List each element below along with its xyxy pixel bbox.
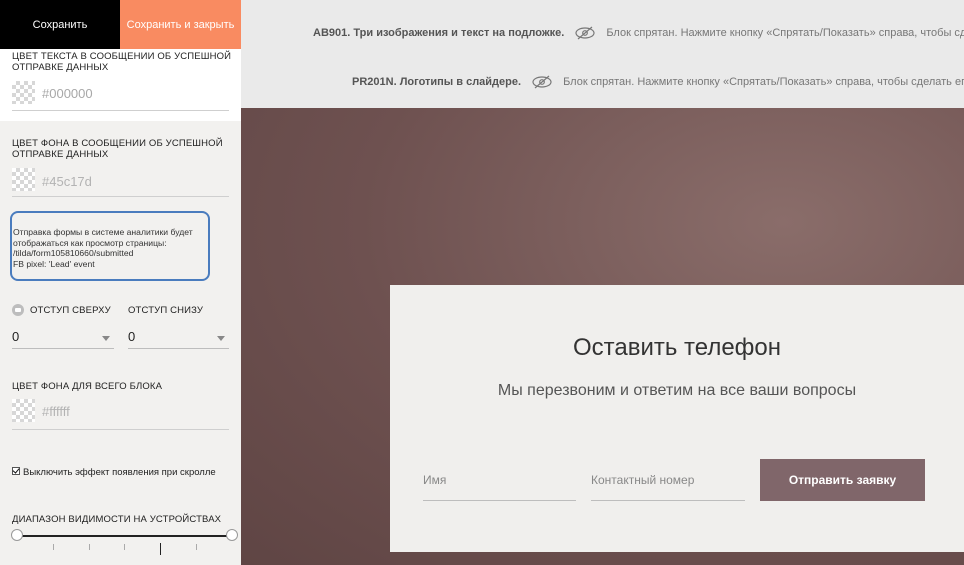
padding-bottom-label: ОТСТУП СНИЗУ bbox=[128, 305, 204, 316]
save-and-close-button[interactable]: Сохранить и закрыть bbox=[120, 0, 241, 49]
block-bg-color-label: ЦВЕТ ФОНА ДЛЯ ВСЕГО БЛОКА bbox=[12, 381, 163, 392]
hidden-block-code: PR201N. Логотипы в слайдере. bbox=[352, 76, 522, 88]
visibility-range-track[interactable] bbox=[17, 535, 232, 537]
range-tick bbox=[160, 543, 161, 555]
hidden-blocks-strip: AB901. Три изображения и текст на подлож… bbox=[241, 0, 964, 108]
visibility-range-max-handle[interactable] bbox=[226, 529, 238, 541]
range-tick bbox=[124, 544, 125, 550]
divider bbox=[12, 110, 229, 111]
padding-top-select[interactable]: 0 bbox=[12, 327, 114, 349]
name-placeholder: Имя bbox=[423, 473, 447, 487]
analytics-info-line: FB pixel: 'Lead' event bbox=[13, 258, 95, 269]
success-bg-color-label: ЦВЕТ ФОНА В СООБЩЕНИИ ОБ УСПЕШНОЙ ОТПРАВ… bbox=[12, 138, 223, 160]
eye-crossed-icon bbox=[532, 75, 552, 89]
settings-panel: Сохранить Сохранить и закрыть ЦВЕТ ТЕКСТ… bbox=[0, 0, 241, 565]
hidden-block-message: Блок спрятан. Нажмите кнопку «Спрятать/П… bbox=[563, 76, 964, 88]
phone-form-card: Оставить телефон Мы перезвоним и ответим… bbox=[390, 285, 964, 552]
padding-top-label: ОТСТУП СВЕРХУ bbox=[30, 305, 111, 316]
scroll-effect-checkbox[interactable] bbox=[12, 467, 20, 475]
padding-top-value: 0 bbox=[12, 329, 20, 344]
analytics-info-line: Отправка формы в системе аналитики будет bbox=[13, 227, 193, 237]
success-text-color-input[interactable]: #000000 bbox=[42, 86, 93, 101]
visibility-range-label: ДИАПАЗОН ВИДИМОСТИ НА УСТРОЙСТВАХ bbox=[12, 514, 222, 525]
hidden-block-row[interactable]: PR201N. Логотипы в слайдере. Блок спрята… bbox=[352, 75, 964, 89]
success-text-color-label: ЦВЕТ ТЕКСТА В СООБЩЕНИИ ОБ УСПЕШНОЙ ОТПР… bbox=[12, 51, 232, 73]
chevron-down-icon bbox=[102, 336, 110, 341]
settings-toolbar: Сохранить Сохранить и закрыть bbox=[0, 0, 241, 49]
success-bg-color-swatch[interactable] bbox=[12, 168, 35, 191]
hidden-block-message: Блок спрятан. Нажмите кнопку «Спрятать/П… bbox=[606, 27, 964, 39]
success-text-color-swatch[interactable] bbox=[12, 81, 35, 104]
divider bbox=[12, 429, 229, 430]
analytics-info-box: Отправка формы в системе аналитики будет… bbox=[10, 211, 210, 281]
padding-bottom-value: 0 bbox=[128, 329, 136, 344]
range-tick bbox=[196, 544, 197, 550]
form-title: Оставить телефон bbox=[572, 334, 782, 361]
hidden-block-row[interactable]: AB901. Три изображения и текст на подлож… bbox=[313, 26, 964, 40]
success-bg-color-input[interactable]: #45c17d bbox=[42, 174, 92, 189]
analytics-info-line: отображаться как просмотр страницы: bbox=[13, 237, 167, 248]
submit-button[interactable]: Отправить заявку bbox=[760, 459, 925, 501]
divider bbox=[12, 196, 229, 197]
padding-bottom-select[interactable]: 0 bbox=[128, 327, 229, 349]
form-subtitle: Мы перезвоним и ответим на все ваши вопр… bbox=[497, 382, 857, 399]
eye-crossed-icon bbox=[575, 26, 595, 40]
range-tick bbox=[53, 544, 54, 550]
block-bg-color-input[interactable]: #ffffff bbox=[42, 404, 70, 419]
phone-placeholder: Контактный номер bbox=[591, 473, 695, 487]
chevron-down-icon bbox=[217, 336, 225, 341]
analytics-info-line: /tilda/form105810660/submitted bbox=[13, 248, 134, 258]
range-tick bbox=[89, 544, 90, 550]
name-input[interactable]: Имя bbox=[423, 460, 576, 501]
block-bg-color-swatch[interactable] bbox=[12, 399, 35, 422]
tooltip-icon[interactable] bbox=[12, 304, 24, 316]
phone-input[interactable]: Контактный номер bbox=[591, 460, 745, 501]
visibility-range-min-handle[interactable] bbox=[11, 529, 23, 541]
hidden-block-code: AB901. Три изображения и текст на подлож… bbox=[313, 27, 565, 39]
save-button[interactable]: Сохранить bbox=[0, 0, 120, 49]
scroll-effect-label: Выключить эффект появления при скролле bbox=[23, 467, 216, 478]
